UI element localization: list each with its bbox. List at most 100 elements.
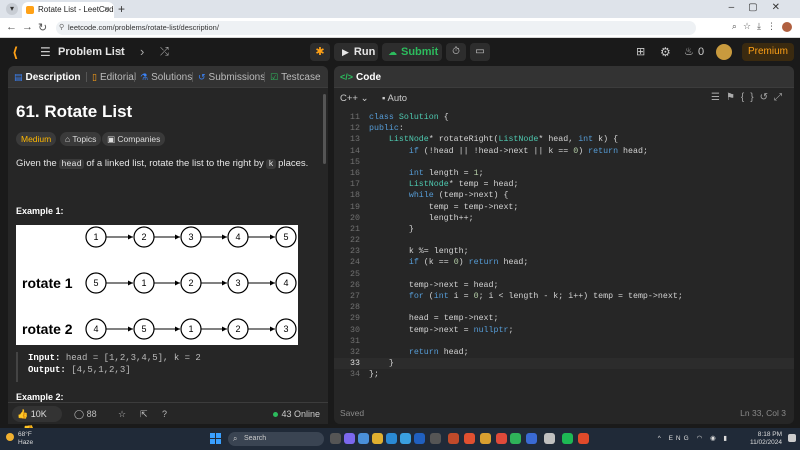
code-line[interactable]: 17 ListNode* temp = head; — [334, 179, 794, 190]
code-line[interactable]: 29 head = temp->next; — [334, 313, 794, 324]
app-icon[interactable] — [400, 433, 411, 444]
language-select[interactable]: C++ ⌄ — [340, 93, 369, 104]
profile-avatar-icon[interactable] — [782, 21, 792, 32]
debugger-icon[interactable]: ✱ — [310, 43, 330, 61]
code-line[interactable]: 24 if (k == 0) return head; — [334, 257, 794, 268]
code-line[interactable]: 19 temp = temp->next; — [334, 202, 794, 213]
app-icon[interactable] — [464, 433, 475, 444]
code-line[interactable]: 13 ListNode* rotateRight(ListNode* head,… — [334, 134, 794, 145]
premium-button[interactable]: Premium — [742, 43, 794, 61]
problem-list-link[interactable]: Problem List — [58, 38, 125, 66]
line-number: 26 — [350, 280, 360, 290]
auto-mode-toggle[interactable]: ▪ Auto — [382, 93, 407, 104]
code-line[interactable]: 31 — [334, 336, 794, 347]
code-line[interactable]: 12 public: — [334, 123, 794, 134]
browser-tab[interactable]: Rotate List - LeetCode ✕ — [22, 2, 114, 18]
forward-icon[interactable]: → — [22, 21, 33, 33]
weather-widget[interactable]: 68°F Haze — [6, 431, 33, 446]
app-icon[interactable] — [480, 433, 491, 444]
random-problem-icon[interactable]: ⤮ — [160, 38, 169, 66]
code-line[interactable]: 27 for (int i = 0; i < length - k; i++) … — [334, 291, 794, 302]
tab-testcase[interactable]: ☑ Testcase — [270, 66, 321, 88]
code-line[interactable]: 34}; — [334, 369, 794, 380]
window-controls[interactable]: –▢✕ — [729, 2, 794, 13]
next-problem-icon[interactable]: › — [140, 38, 144, 66]
like-button[interactable]: 👍 10K👎 — [12, 406, 62, 435]
code-line[interactable]: 15 — [334, 157, 794, 168]
layout-icon[interactable]: ⊞ — [636, 38, 645, 66]
app-icon[interactable] — [526, 433, 537, 444]
problem-list-icon[interactable]: ☰ — [40, 38, 51, 66]
list-node: 1 — [180, 318, 202, 340]
list-node: 2 — [133, 226, 155, 248]
windows-start-icon[interactable] — [210, 433, 222, 445]
settings-gear-icon[interactable]: ⚙ — [660, 38, 671, 66]
code-line[interactable]: 33 } — [334, 358, 794, 370]
timer-icon[interactable]: ⏱ — [446, 43, 466, 61]
code-line[interactable]: 23 k %= length; — [334, 246, 794, 257]
help-icon[interactable]: ? — [162, 403, 167, 425]
companies-button[interactable]: ▣ Companies — [102, 132, 166, 146]
code-line[interactable]: 32 return head; — [334, 347, 794, 358]
tab-code[interactable]: </> Code — [340, 66, 381, 88]
tab-description[interactable]: ▤ Description — [14, 66, 81, 88]
code-line[interactable]: 30 temp->next = nullptr; — [334, 325, 794, 336]
back-icon[interactable]: ← — [6, 21, 17, 33]
code-line[interactable]: 26 temp->next = head; — [334, 280, 794, 291]
share-icon[interactable]: ⇱ — [140, 403, 148, 425]
tab-submissions[interactable]: ↺ Submissions — [198, 66, 265, 88]
taskbar-search[interactable]: ⌕ Search — [228, 432, 324, 446]
file-explorer-icon[interactable] — [372, 433, 383, 444]
app-icon[interactable] — [496, 433, 507, 444]
code-line[interactable]: 21 } — [334, 224, 794, 235]
app-icon[interactable] — [344, 433, 355, 444]
code-text: } — [369, 359, 394, 369]
app-icon[interactable] — [448, 433, 459, 444]
favorite-star-icon[interactable]: ☆ — [118, 403, 126, 425]
edge-icon[interactable] — [386, 433, 397, 444]
site-info-icon[interactable]: ⚲ — [59, 21, 64, 35]
app-icon[interactable] — [544, 433, 555, 444]
notes-icon[interactable]: ▭ — [470, 43, 490, 61]
code-line[interactable]: 14 if (!head || !head->next || k == 0) r… — [334, 146, 794, 157]
app-icon[interactable] — [358, 433, 369, 444]
comments-button[interactable]: ◯ 88 — [74, 403, 97, 425]
app-icon[interactable] — [430, 433, 441, 444]
tab-editorial[interactable]: ▯ Editorial — [92, 66, 136, 88]
code-area[interactable]: 11 class Solution {12 public: 13 ListNode* … — [334, 112, 794, 381]
reload-icon[interactable]: ↻ — [38, 21, 47, 34]
leetcode-logo-icon[interactable]: ⟨ — [12, 38, 18, 66]
difficulty-badge: Medium — [16, 132, 57, 146]
run-button[interactable]: ▶ Run — [334, 43, 378, 61]
line-number: 23 — [350, 247, 360, 257]
code-line[interactable]: 25 — [334, 269, 794, 280]
clock[interactable]: 8:18 PM 11/02/2024 — [750, 431, 782, 447]
streak-fire-icon[interactable]: ♨ — [684, 38, 694, 66]
browser-toolbar-icons[interactable]: ⌕☆⤓⋮ — [732, 21, 792, 32]
input-value: head = [1,2,3,4,5], k = 2 — [65, 353, 201, 363]
spotify-icon[interactable] — [562, 433, 573, 444]
submit-button[interactable]: ☁ Submit — [382, 43, 442, 61]
chrome-icon[interactable] — [578, 433, 589, 444]
topics-button[interactable]: ⌂ Topics — [60, 132, 102, 146]
whatsapp-icon[interactable] — [510, 433, 521, 444]
code-line[interactable]: 28 — [334, 302, 794, 313]
tab-menu-icon[interactable]: ▾ — [6, 3, 18, 15]
code-line[interactable]: 20 length++; — [334, 213, 794, 224]
code-line[interactable]: 11 class Solution { — [334, 112, 794, 123]
code-line[interactable]: 18 while (temp->next) { — [334, 190, 794, 201]
notification-icon[interactable] — [788, 434, 796, 442]
previous-problem-icon[interactable]: ‹ — [118, 38, 122, 66]
taskview-icon[interactable] — [330, 433, 341, 444]
tab-solutions[interactable]: ⚗ Solutions — [140, 66, 192, 88]
address-bar[interactable]: ⚲ leetcode.com/problems/rotate-list/desc… — [56, 21, 696, 35]
app-icon[interactable] — [414, 433, 425, 444]
system-tray[interactable]: ^ ENG ◠ ◉ ▮ — [658, 434, 730, 442]
user-avatar[interactable] — [716, 44, 732, 60]
new-tab-icon[interactable]: + — [118, 2, 125, 16]
close-tab-icon[interactable]: ✕ — [103, 2, 110, 18]
code-line[interactable]: 22 — [334, 235, 794, 246]
code-line[interactable]: 16 int length = 1; — [334, 168, 794, 179]
editor-toolbar[interactable]: ☰⚑{}↺⤢ — [711, 92, 788, 103]
description-scrollbar[interactable] — [323, 94, 326, 164]
